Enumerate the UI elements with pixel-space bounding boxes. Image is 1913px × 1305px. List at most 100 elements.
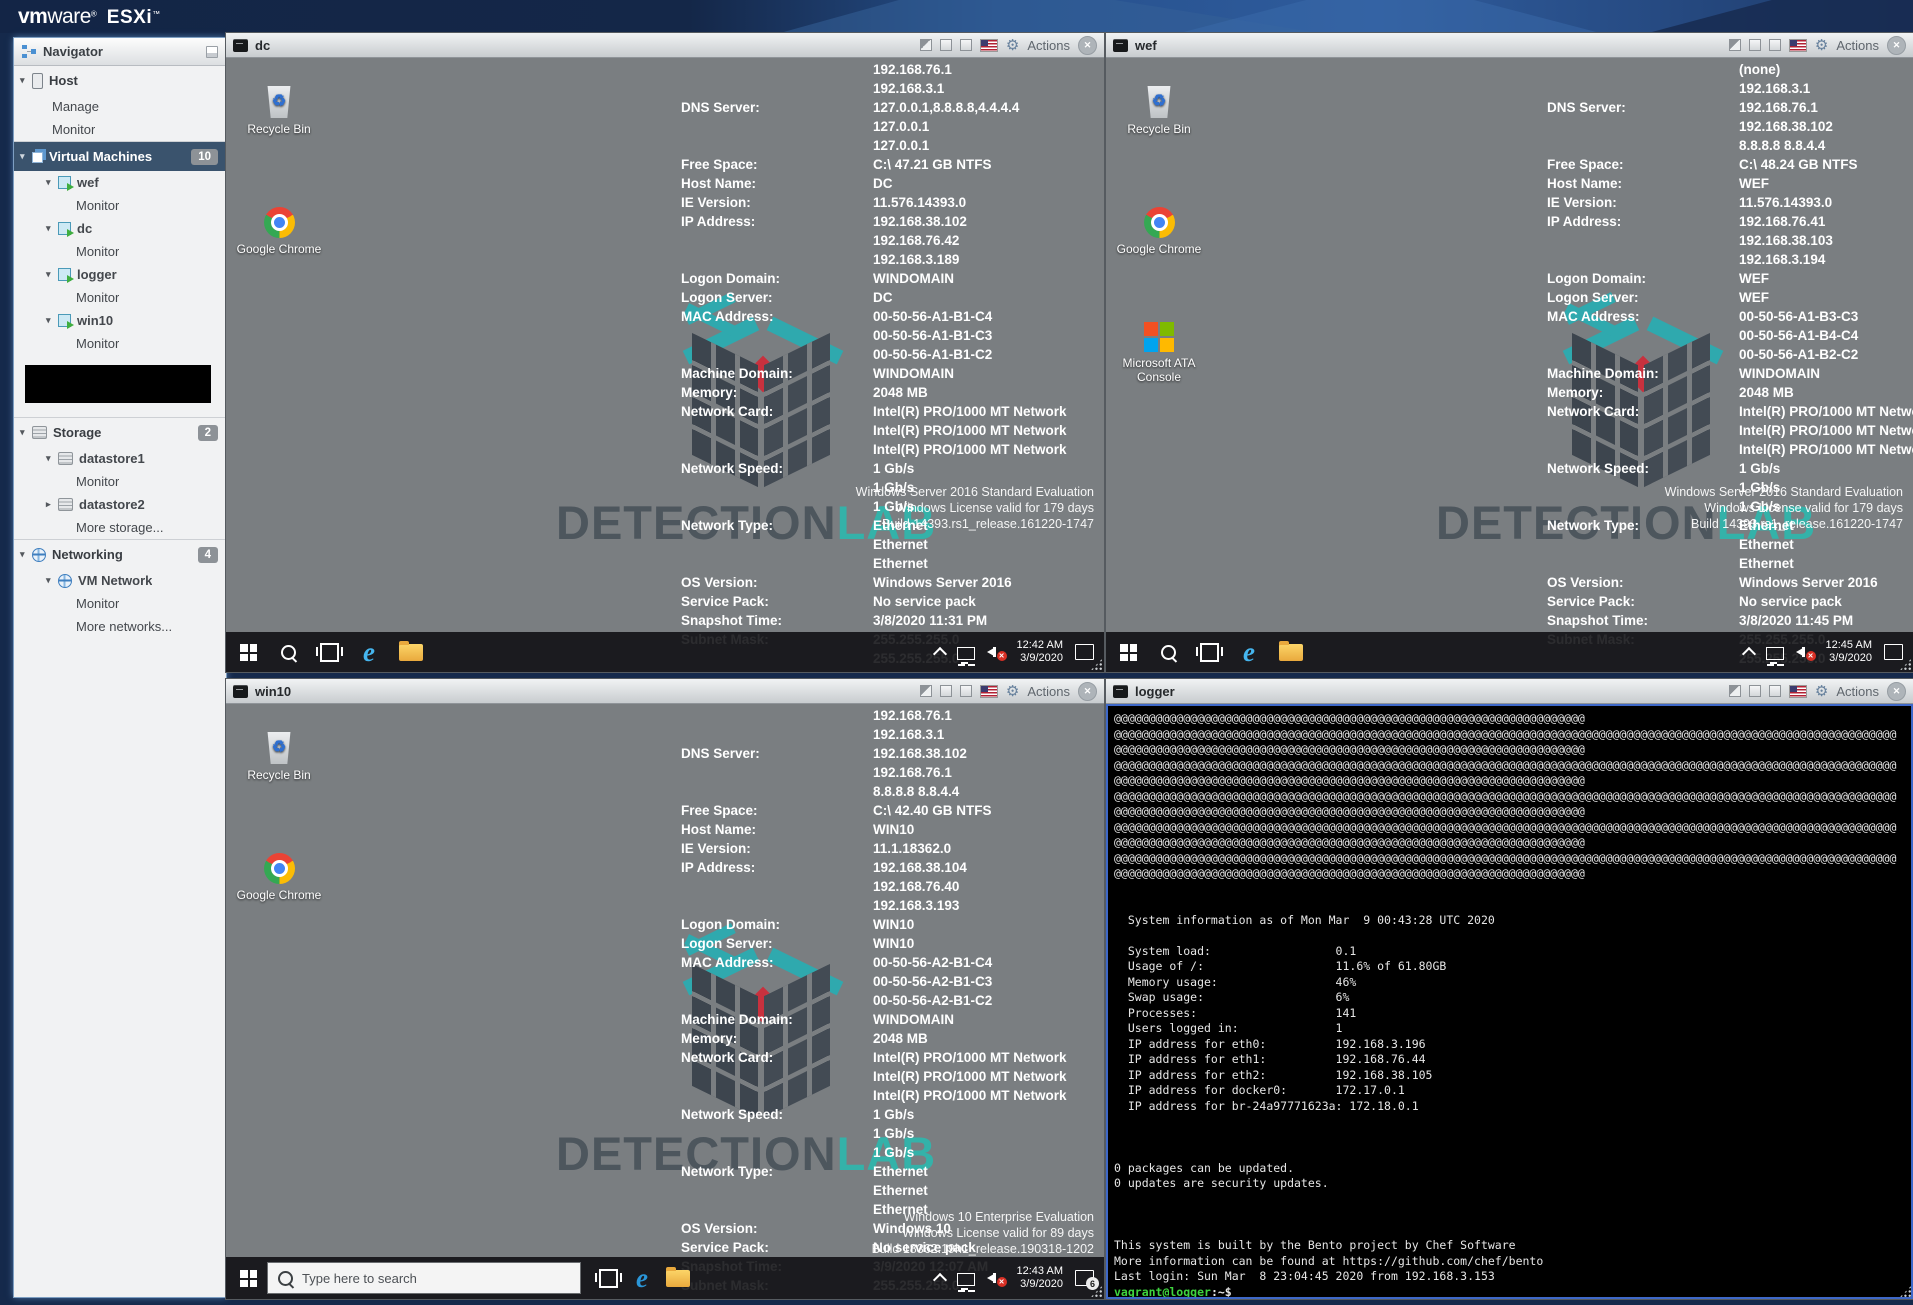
restore-icon[interactable] xyxy=(940,685,952,697)
taskbar-search-input[interactable]: Type here to search xyxy=(267,1262,581,1294)
restore-icon[interactable] xyxy=(940,39,952,51)
sidebar-item[interactable]: logger xyxy=(14,263,226,286)
close-icon[interactable]: ✕ xyxy=(1078,682,1097,701)
sidebar-item[interactable] xyxy=(25,365,211,403)
chrome-shortcut[interactable]: Google Chrome xyxy=(1116,202,1202,256)
taskbar-clock[interactable]: 12:42 AM 3/9/2020 xyxy=(1017,639,1063,665)
network-tray-icon[interactable] xyxy=(957,1273,975,1286)
popout-console-icon[interactable] xyxy=(920,685,932,697)
tree-expand-arrow-icon[interactable] xyxy=(46,269,58,280)
tree-expand-arrow-icon[interactable] xyxy=(46,315,58,326)
search-icon[interactable] xyxy=(1161,645,1176,660)
search-icon[interactable] xyxy=(281,645,296,660)
internet-explorer-icon[interactable]: e xyxy=(363,641,375,663)
sidebar-item[interactable]: Networking 4 xyxy=(14,539,226,569)
file-explorer-icon[interactable] xyxy=(666,1270,690,1287)
taskbar-clock[interactable]: 12:43 AM 3/9/2020 xyxy=(1017,1265,1063,1291)
recycle-bin-shortcut[interactable]: ♻ Recycle Bin xyxy=(236,728,322,782)
gear-icon[interactable]: ⚙ xyxy=(1815,38,1828,53)
tray-expand-caret-icon[interactable] xyxy=(932,647,946,661)
tree-expand-arrow-icon[interactable] xyxy=(20,549,32,560)
restore-icon[interactable] xyxy=(1749,685,1761,697)
sidebar-item[interactable]: Virtual Machines 10 xyxy=(14,141,226,171)
start-button-icon[interactable] xyxy=(240,1270,257,1287)
gear-icon[interactable]: ⚙ xyxy=(1815,684,1828,699)
popout-console-icon[interactable] xyxy=(1729,39,1741,51)
actions-button[interactable]: Actions xyxy=(1027,684,1070,699)
sidebar-item[interactable]: VM Network xyxy=(14,569,226,592)
file-explorer-icon[interactable] xyxy=(1279,644,1303,661)
maximize-icon[interactable] xyxy=(960,39,972,51)
vm-terminal-logger[interactable]: @@@@@@@@@@@@@@@@@@@@@@@@@@@@@@@@@@@@@@@@… xyxy=(1106,704,1913,1299)
edge-icon[interactable]: e xyxy=(636,1267,648,1289)
actions-button[interactable]: Actions xyxy=(1027,38,1070,53)
start-button-icon[interactable] xyxy=(240,644,257,661)
network-tray-icon[interactable] xyxy=(1766,647,1784,660)
taskbar-clock[interactable]: 12:45 AM 3/9/2020 xyxy=(1826,639,1872,665)
recycle-bin-shortcut[interactable]: ♻ Recycle Bin xyxy=(1116,82,1202,136)
ms-ata-shortcut[interactable]: Microsoft ATA Console xyxy=(1116,316,1202,384)
sidebar-item[interactable]: Monitor xyxy=(14,332,226,355)
sidebar-item[interactable]: Monitor xyxy=(14,286,226,309)
start-button-icon[interactable] xyxy=(1120,644,1137,661)
popout-console-icon[interactable] xyxy=(920,39,932,51)
tree-expand-arrow-icon[interactable] xyxy=(46,223,58,234)
close-icon[interactable]: ✕ xyxy=(1887,682,1906,701)
tree-expand-arrow-icon[interactable] xyxy=(20,75,32,86)
close-icon[interactable]: ✕ xyxy=(1887,36,1906,55)
maximize-icon[interactable] xyxy=(1769,39,1781,51)
maximize-icon[interactable] xyxy=(960,685,972,697)
task-view-icon[interactable] xyxy=(320,643,339,662)
tray-expand-caret-icon[interactable] xyxy=(932,1273,946,1287)
chrome-shortcut[interactable]: Google Chrome xyxy=(236,202,322,256)
sidebar-item[interactable]: Monitor xyxy=(14,118,226,141)
sidebar-item[interactable]: Monitor xyxy=(14,194,226,217)
console-titlebar-win10[interactable]: win10 ⚙ Actions ✕ xyxy=(226,679,1104,704)
console-titlebar-dc[interactable]: dc ⚙ Actions ✕ xyxy=(226,33,1104,58)
sidebar-item[interactable]: More networks... xyxy=(14,615,226,638)
tree-expand-arrow-icon[interactable] xyxy=(20,427,32,438)
popout-console-icon[interactable] xyxy=(1729,685,1741,697)
muted-speaker-icon[interactable]: ✕ xyxy=(987,644,1005,660)
sidebar-item[interactable]: Host xyxy=(14,66,226,95)
chrome-shortcut[interactable]: Google Chrome xyxy=(236,848,322,902)
vm-desktop-wef[interactable]: ♻ Recycle Bin Google Chrome Microsoft AT… xyxy=(1106,58,1913,672)
keyboard-layout-flag-icon[interactable] xyxy=(980,39,998,52)
terminal-screen[interactable]: @@@@@@@@@@@@@@@@@@@@@@@@@@@@@@@@@@@@@@@@… xyxy=(1106,704,1913,1299)
gear-icon[interactable]: ⚙ xyxy=(1006,684,1019,699)
sidebar-item[interactable]: More storage... xyxy=(14,516,226,539)
pin-panel-icon[interactable] xyxy=(206,46,218,58)
console-titlebar-logger[interactable]: logger ⚙ Actions ✕ xyxy=(1106,679,1913,704)
sidebar-item[interactable]: Storage 2 xyxy=(14,417,226,447)
action-center-icon[interactable] xyxy=(1884,644,1903,660)
muted-speaker-icon[interactable]: ✕ xyxy=(1796,644,1814,660)
tree-expand-arrow-icon[interactable] xyxy=(46,575,58,586)
task-view-icon[interactable] xyxy=(1200,643,1219,662)
file-explorer-icon[interactable] xyxy=(399,644,423,661)
keyboard-layout-flag-icon[interactable] xyxy=(980,685,998,698)
tree-expand-arrow-icon[interactable] xyxy=(46,453,58,464)
actions-button[interactable]: Actions xyxy=(1836,684,1879,699)
tree-expand-arrow-icon[interactable] xyxy=(20,151,32,162)
action-center-icon[interactable]: 6 xyxy=(1075,1270,1094,1286)
muted-speaker-icon[interactable]: ✕ xyxy=(987,1270,1005,1286)
sidebar-item[interactable]: Monitor xyxy=(14,470,226,493)
sidebar-item[interactable]: wef xyxy=(14,171,226,194)
tree-expand-arrow-icon[interactable] xyxy=(46,177,58,188)
task-view-icon[interactable] xyxy=(599,1269,618,1288)
action-center-icon[interactable] xyxy=(1075,644,1094,660)
sidebar-item[interactable]: datastore1 xyxy=(14,447,226,470)
gear-icon[interactable]: ⚙ xyxy=(1006,38,1019,53)
sidebar-item[interactable]: Monitor xyxy=(14,592,226,615)
tree-expand-arrow-icon[interactable] xyxy=(46,499,58,510)
internet-explorer-icon[interactable]: e xyxy=(1243,641,1255,663)
console-titlebar-wef[interactable]: wef ⚙ Actions ✕ xyxy=(1106,33,1913,58)
keyboard-layout-flag-icon[interactable] xyxy=(1789,685,1807,698)
restore-icon[interactable] xyxy=(1749,39,1761,51)
maximize-icon[interactable] xyxy=(1769,685,1781,697)
network-tray-icon[interactable] xyxy=(957,647,975,660)
sidebar-item[interactable]: Manage xyxy=(14,95,226,118)
vm-desktop-win10[interactable]: ♻ Recycle Bin Google Chrome DETECTIONLAB xyxy=(226,704,1104,1299)
recycle-bin-shortcut[interactable]: ♻ Recycle Bin xyxy=(236,82,322,136)
vm-desktop-dc[interactable]: ♻ Recycle Bin Google Chrome DETECTIONLAB xyxy=(226,58,1104,672)
